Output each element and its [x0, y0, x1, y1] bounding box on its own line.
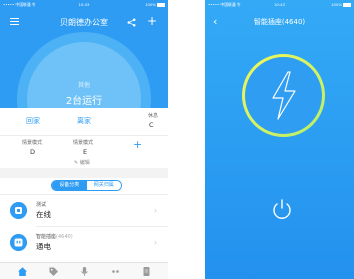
power-status-ring	[242, 54, 325, 137]
header-panel: ••••• 中国联通 令 10:43 100% 贝朗德办公室 + 其他 2台运行	[0, 0, 168, 108]
device-state: 通电	[36, 242, 51, 251]
smart-plug-icon	[10, 234, 27, 251]
battery-indicator: 100%	[145, 2, 165, 7]
device-item-test[interactable]: 测试 在线 ›	[0, 197, 168, 225]
device-state: 在线	[36, 210, 51, 219]
nav-bar: 贝朗德办公室 +	[0, 15, 168, 28]
divider	[0, 135, 168, 136]
chevron-right-icon: ›	[154, 238, 158, 247]
section-separator	[0, 168, 168, 178]
clock-text: 10:43	[78, 2, 90, 7]
device-id-text: (4640)	[56, 234, 73, 240]
share-icon[interactable]	[127, 18, 136, 27]
power-button-icon[interactable]	[270, 197, 294, 221]
chevron-right-icon: ›	[154, 206, 158, 215]
device-switch-icon	[10, 202, 27, 219]
app-screen-home: ••••• 中国联通 令 10:43 100% 贝朗德办公室 + 其他 2台运行…	[0, 0, 168, 279]
battery-indicator: 100%	[331, 2, 351, 7]
home-icon[interactable]	[17, 266, 28, 277]
tab-bar	[0, 262, 168, 279]
scene-value-2: E	[83, 148, 88, 156]
scene-value-1: D	[30, 148, 36, 156]
mode-row: 回家 离家 休息 C	[0, 110, 168, 136]
device-name-text: 智能插座	[36, 234, 57, 240]
device-name: 测试	[36, 201, 46, 208]
add-icon[interactable]: +	[147, 15, 157, 27]
summary-value: 2台运行	[65, 96, 103, 107]
scene-label-1[interactable]: 情景模式	[22, 139, 42, 146]
device-item-smart-plug[interactable]: 智能插座(4640) 通电 ›	[0, 229, 168, 257]
mode-rest-label[interactable]: 休息	[148, 112, 158, 119]
mic-icon[interactable]	[79, 266, 90, 277]
battery-icon	[343, 3, 351, 7]
document-icon[interactable]	[141, 266, 152, 277]
battery-text: 100%	[145, 2, 156, 7]
mode-away-button[interactable]: 离家	[77, 116, 91, 126]
device-detail-screen: ••••• 中国联通 令 10:43 100% ‹ 智能插座(4640)	[205, 0, 354, 279]
dots-icon[interactable]	[110, 266, 121, 277]
tag-icon[interactable]	[48, 266, 59, 277]
segment-device-category[interactable]: 设备分类	[52, 181, 87, 190]
segment-control: 设备分类 网关归属	[51, 180, 122, 191]
mode-rest-value: C	[149, 121, 154, 129]
segment-gateway[interactable]: 网关归属	[86, 181, 121, 190]
edit-button[interactable]: ✎ 编辑	[74, 159, 90, 166]
page-title: 贝朗德办公室	[60, 18, 108, 27]
status-bar: ••••• 中国联通 令 10:43 100%	[205, 0, 354, 9]
device-name-text: 测试	[36, 202, 47, 208]
status-bar: ••••• 中国联通 令 10:43 100%	[0, 0, 168, 9]
summary-label: 其他	[77, 82, 90, 89]
device-name: 智能插座(4640)	[36, 233, 73, 240]
battery-icon	[157, 3, 165, 7]
scene-label-2[interactable]: 情景模式	[73, 139, 93, 146]
page-title: 智能插座(4640)	[253, 18, 306, 26]
mode-home-button[interactable]: 回家	[26, 116, 40, 126]
add-scene-button[interactable]: +	[133, 138, 142, 151]
divider	[0, 194, 168, 195]
divider	[36, 226, 168, 227]
content-panel: 回家 离家 休息 C 情景模式 D 情景模式 E + ✎ 编辑 设备分类 网关归…	[0, 108, 168, 262]
battery-text: 100%	[331, 2, 342, 7]
